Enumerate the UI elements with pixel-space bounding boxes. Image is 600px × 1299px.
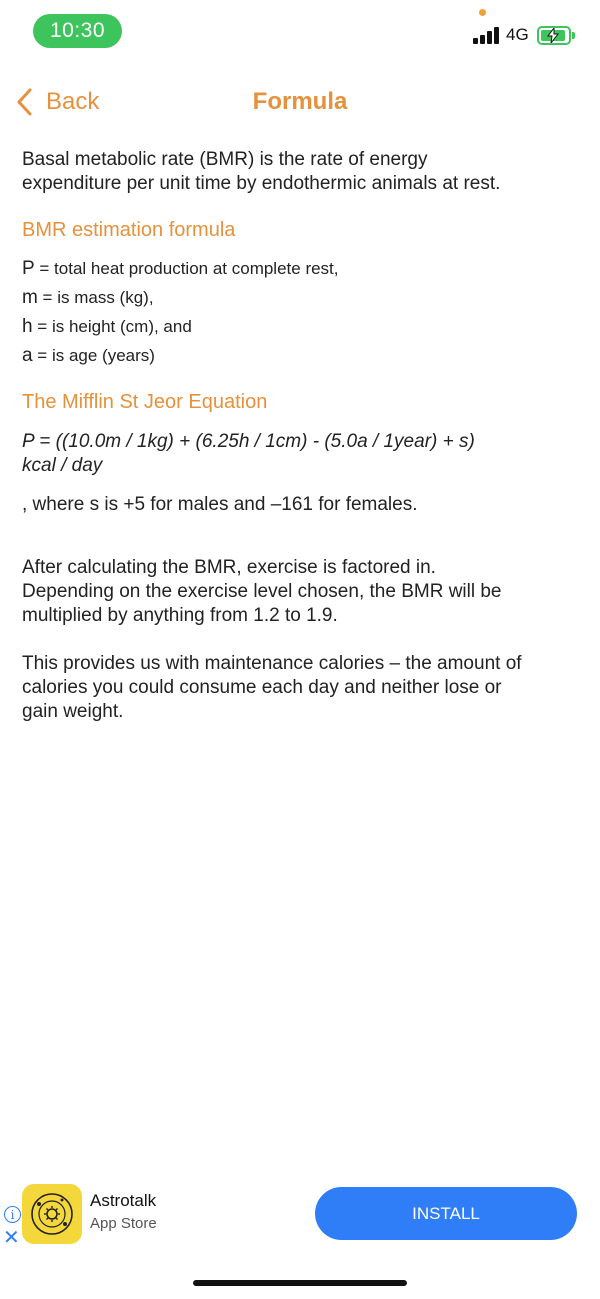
page-title: Formula: [252, 88, 348, 115]
exercise-paragraph: After calculating the BMR, exercise is f…: [22, 556, 582, 628]
equation-line: kcal / day: [22, 455, 103, 476]
maintenance-paragraph: This provides us with maintenance calori…: [22, 652, 582, 724]
install-button[interactable]: INSTALL: [315, 1187, 577, 1240]
exercise-line: Depending on the exercise level chosen, …: [22, 581, 502, 602]
maintenance-line: gain weight.: [22, 701, 124, 722]
ad-app-name[interactable]: Astrotalk: [90, 1191, 156, 1211]
status-time: 10:30: [33, 14, 122, 48]
variable-item: h = is height (cm), and: [22, 312, 582, 341]
formula-content: Basal metabolic rate (BMR) is the rate o…: [22, 148, 582, 724]
ad-banner[interactable]: i ✕ Astrotalk App Store INSTALL: [0, 1178, 600, 1250]
privacy-indicator-dot: [479, 9, 486, 16]
variable-list: P = total heat production at complete re…: [22, 254, 582, 370]
variable-symbol: h: [22, 316, 33, 337]
variable-item: P = total heat production at complete re…: [22, 254, 582, 283]
equation-line: P = ((10.0m / 1kg) + (6.25h / 1cm) - (5.…: [22, 431, 475, 452]
cellular-signal-icon: [473, 26, 501, 44]
variable-symbol: a: [22, 345, 33, 366]
network-type: 4G: [506, 25, 529, 44]
where-note: , where s is +5 for males and –161 for f…: [22, 494, 418, 515]
status-bar: 10:30 4G: [0, 0, 600, 62]
intro-line: Basal metabolic rate (BMR) is the rate o…: [22, 149, 428, 170]
battery-tip: [572, 32, 575, 39]
navigation-bar: Back Formula: [0, 70, 600, 134]
maintenance-line: calories you could consume each day and …: [22, 677, 502, 698]
variable-desc: = total heat production at complete rest…: [34, 259, 339, 278]
variable-symbol: P: [22, 258, 35, 279]
intro-line: expenditure per unit time by endothermic…: [22, 173, 501, 194]
mifflin-heading: The Mifflin St Jeor Equation: [22, 391, 268, 413]
variable-symbol: m: [22, 287, 38, 308]
close-icon[interactable]: ✕: [3, 1228, 20, 1248]
intro-paragraph: Basal metabolic rate (BMR) is the rate o…: [22, 148, 582, 196]
battery-icon: [537, 26, 571, 45]
ad-store-label: App Store: [90, 1215, 157, 1232]
home-indicator[interactable]: [193, 1280, 407, 1286]
maintenance-line: This provides us with maintenance calori…: [22, 653, 522, 674]
variable-item: a = is age (years): [22, 341, 582, 370]
info-icon[interactable]: i: [4, 1206, 21, 1223]
variable-desc: = is age (years): [32, 346, 155, 365]
bmr-heading: BMR estimation formula: [22, 219, 236, 241]
mifflin-equation: P = ((10.0m / 1kg) + (6.25h / 1cm) - (5.…: [22, 430, 582, 478]
app-logo-icon[interactable]: [22, 1184, 82, 1244]
variable-item: m = is mass (kg),: [22, 283, 582, 312]
exercise-line: multiplied by anything from 1.2 to 1.9.: [22, 605, 338, 626]
exercise-line: After calculating the BMR, exercise is f…: [22, 557, 436, 578]
variable-desc: = is mass (kg),: [37, 288, 154, 307]
variable-desc: = is height (cm), and: [32, 317, 192, 336]
